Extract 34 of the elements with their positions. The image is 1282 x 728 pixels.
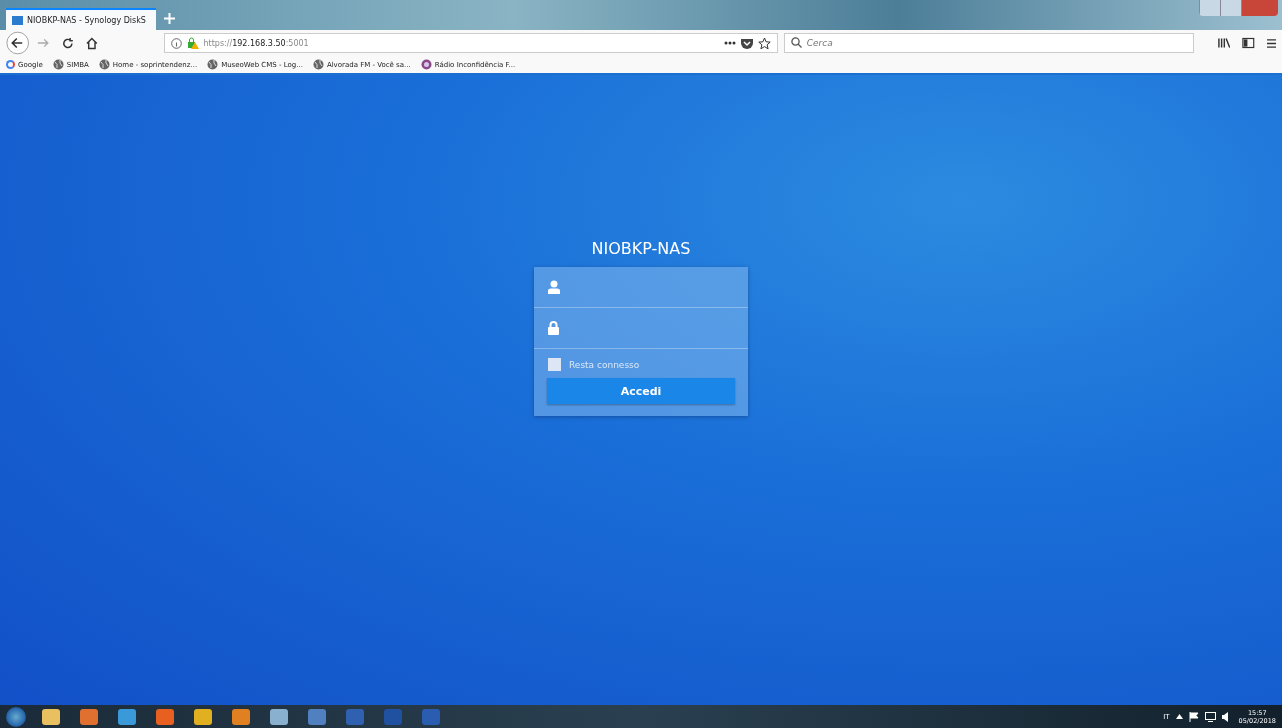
address-field[interactable]: https://192.168.3.50:5001: [163, 33, 778, 53]
globe-icon: [312, 59, 324, 70]
home-icon[interactable]: [85, 36, 98, 50]
pocket-icon[interactable]: [740, 37, 753, 49]
server-name: NIOBKP-NAS: [591, 239, 691, 258]
start-button[interactable]: [6, 706, 26, 727]
lock-icon: [548, 321, 559, 335]
network-icon[interactable]: [1204, 711, 1216, 722]
plus-icon[interactable]: [164, 13, 175, 24]
google-icon: [6, 60, 15, 69]
globe-icon: [52, 59, 64, 70]
caret-icon[interactable]: [1175, 714, 1183, 719]
search-icon: [790, 37, 802, 48]
flag-icon[interactable]: [1188, 711, 1199, 722]
globe-icon: [98, 59, 110, 70]
search-field[interactable]: Cerca: [783, 33, 1194, 53]
info-icon: [170, 37, 182, 49]
sidebar-icon[interactable]: [1242, 37, 1255, 49]
remember-checkbox[interactable]: [548, 358, 561, 371]
more-icon[interactable]: [723, 41, 736, 45]
library-icon[interactable]: [1217, 37, 1231, 49]
circle-logo-icon: [420, 59, 432, 70]
back-icon[interactable]: [6, 30, 30, 56]
reload-icon[interactable]: [62, 36, 74, 50]
speaker-icon[interactable]: [1221, 711, 1229, 722]
star-icon[interactable]: [757, 36, 771, 50]
browser-tab[interactable]: NIOBKP-NAS - Synology DiskS: [6, 8, 156, 30]
globe-icon: [207, 59, 219, 70]
login-button[interactable]: Accedi: [547, 378, 735, 404]
window-controls[interactable]: [1199, 0, 1278, 16]
menu-icon[interactable]: [1267, 37, 1277, 49]
remember-label: Resta connesso: [569, 359, 640, 370]
user-icon: [548, 280, 560, 294]
lock-warning-icon: [186, 37, 199, 49]
